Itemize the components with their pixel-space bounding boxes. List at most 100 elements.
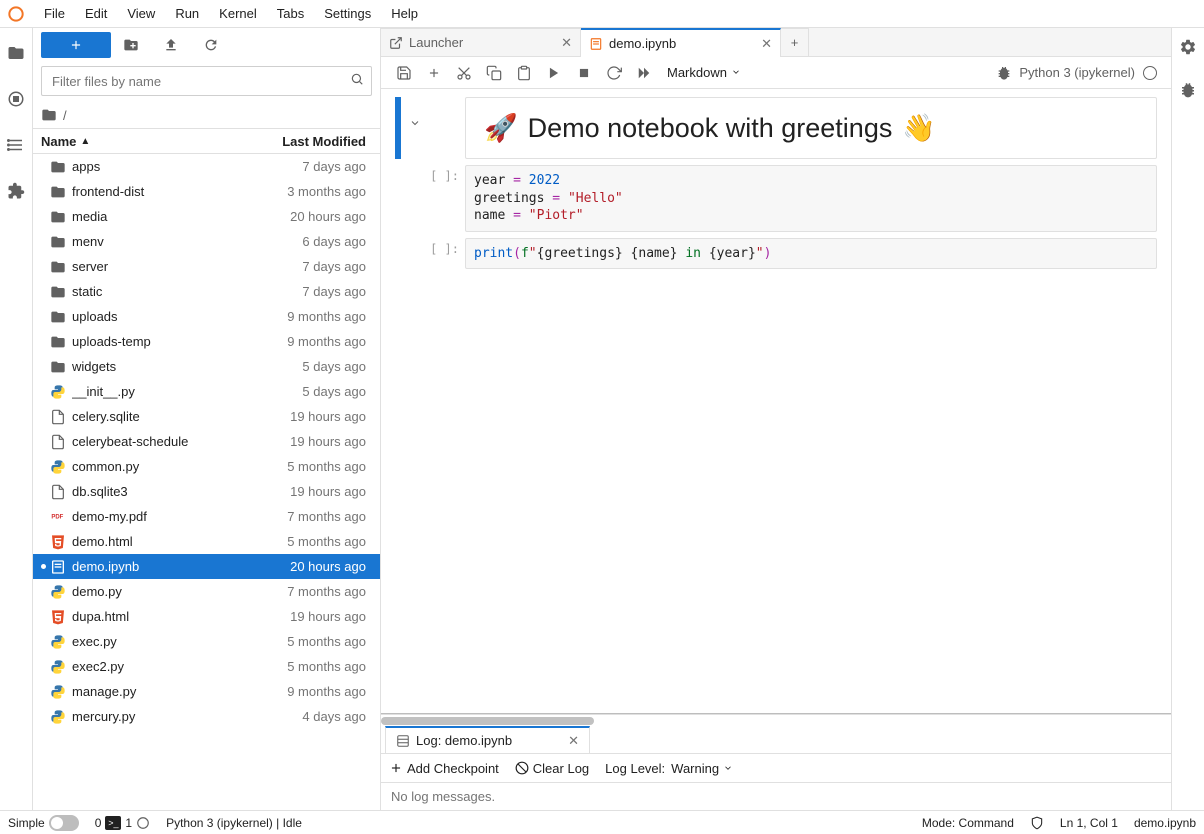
- run-all-icon[interactable]: [629, 66, 659, 80]
- save-icon[interactable]: [389, 65, 419, 81]
- svg-text:PDF: PDF: [51, 514, 63, 520]
- file-row[interactable]: mercury.py4 days ago: [33, 704, 380, 729]
- log-tab[interactable]: Log: demo.ipynb ✕: [385, 726, 590, 753]
- refresh-icon[interactable]: [191, 37, 231, 53]
- file-row[interactable]: celery.sqlite19 hours ago: [33, 404, 380, 429]
- file-row[interactable]: PDFdemo-my.pdf7 months ago: [33, 504, 380, 529]
- col-modified-header[interactable]: Last Modified: [240, 134, 380, 149]
- debugger-icon[interactable]: [1179, 81, 1197, 102]
- kernel-status[interactable]: Python 3 (ipykernel) | Idle: [166, 816, 302, 830]
- close-icon[interactable]: ✕: [561, 35, 572, 51]
- file-row[interactable]: uploads9 months ago: [33, 304, 380, 329]
- notebook-trusted-icon[interactable]: [1030, 816, 1044, 830]
- menu-help[interactable]: Help: [381, 2, 428, 25]
- log-body: No log messages.: [381, 783, 1171, 810]
- markdown-rendered[interactable]: 🚀Demo notebook with greetings👋: [465, 97, 1157, 159]
- extensions-icon[interactable]: [7, 182, 25, 200]
- simple-toggle[interactable]: Simple: [8, 815, 79, 831]
- file-row[interactable]: media20 hours ago: [33, 204, 380, 229]
- python-icon: [50, 459, 66, 475]
- stop-icon[interactable]: [569, 66, 599, 80]
- breadcrumb[interactable]: /: [33, 102, 380, 128]
- file-modified: 7 days ago: [250, 284, 380, 299]
- file-icon: [50, 409, 66, 425]
- new-launcher-button[interactable]: [41, 32, 111, 58]
- file-row[interactable]: manage.py9 months ago: [33, 679, 380, 704]
- kernel-status-icon[interactable]: [1143, 66, 1157, 80]
- python-icon: [50, 634, 66, 650]
- run-icon[interactable]: [539, 66, 569, 80]
- code-cell[interactable]: [ ]: year = 2022 greetings = "Hello" nam…: [395, 165, 1157, 232]
- file-row[interactable]: server7 days ago: [33, 254, 380, 279]
- code-editor[interactable]: print(f"{greetings} {name} in {year}"): [465, 238, 1157, 270]
- open-tabs-count[interactable]: 0>_1: [95, 816, 150, 830]
- folder-icon: [50, 259, 66, 275]
- restart-icon[interactable]: [599, 65, 629, 81]
- code-editor[interactable]: year = 2022 greetings = "Hello" name = "…: [465, 165, 1157, 232]
- file-row[interactable]: demo.ipynb20 hours ago: [33, 554, 380, 579]
- log-level-label: Log Level:: [605, 761, 665, 776]
- file-name: mercury.py: [72, 709, 250, 724]
- file-row[interactable]: frontend-dist3 months ago: [33, 179, 380, 204]
- tab-launcher[interactable]: Launcher✕: [381, 28, 581, 56]
- new-folder-icon[interactable]: [111, 37, 151, 53]
- add-checkpoint-button[interactable]: Add Checkpoint: [389, 761, 499, 776]
- file-row[interactable]: celerybeat-schedule19 hours ago: [33, 429, 380, 454]
- close-icon[interactable]: ✕: [568, 733, 579, 749]
- bug-icon[interactable]: [989, 65, 1019, 81]
- menu-file[interactable]: File: [34, 2, 75, 25]
- running-icon[interactable]: [7, 90, 25, 108]
- clear-log-button[interactable]: Clear Log: [515, 761, 589, 776]
- col-name-header[interactable]: Name▲: [33, 134, 240, 149]
- tab-demo-ipynb[interactable]: demo.ipynb✕: [581, 28, 781, 57]
- file-row[interactable]: __init__.py5 days ago: [33, 379, 380, 404]
- property-inspector-icon[interactable]: [1179, 38, 1197, 59]
- folder-icon: [50, 284, 66, 300]
- cut-icon[interactable]: [449, 65, 479, 81]
- filter-files-input[interactable]: [41, 66, 372, 96]
- collapse-icon[interactable]: [405, 97, 425, 159]
- file-row[interactable]: apps7 days ago: [33, 154, 380, 179]
- file-row[interactable]: db.sqlite319 hours ago: [33, 479, 380, 504]
- toc-icon[interactable]: [7, 136, 25, 154]
- current-file[interactable]: demo.ipynb: [1134, 816, 1196, 830]
- file-row[interactable]: demo.py7 months ago: [33, 579, 380, 604]
- folder-icon[interactable]: [7, 44, 25, 62]
- file-row[interactable]: demo.html5 months ago: [33, 529, 380, 554]
- menu-edit[interactable]: Edit: [75, 2, 117, 25]
- breadcrumb-root[interactable]: /: [63, 108, 67, 123]
- file-row[interactable]: dupa.html19 hours ago: [33, 604, 380, 629]
- file-row[interactable]: exec.py5 months ago: [33, 629, 380, 654]
- menu-settings[interactable]: Settings: [314, 2, 381, 25]
- file-row[interactable]: exec2.py5 months ago: [33, 654, 380, 679]
- menu-tabs[interactable]: Tabs: [267, 2, 314, 25]
- close-icon[interactable]: ✕: [761, 36, 772, 52]
- kernel-name[interactable]: Python 3 (ipykernel): [1019, 65, 1143, 80]
- menu-view[interactable]: View: [117, 2, 165, 25]
- chevron-down-icon: [731, 65, 741, 80]
- markdown-cell[interactable]: 🚀Demo notebook with greetings👋: [395, 97, 1157, 159]
- paste-icon[interactable]: [509, 65, 539, 81]
- add-cell-icon[interactable]: [419, 66, 449, 80]
- menu-kernel[interactable]: Kernel: [209, 2, 267, 25]
- cell-type-label: Markdown: [667, 65, 727, 80]
- file-row[interactable]: widgets5 days ago: [33, 354, 380, 379]
- upload-icon[interactable]: [151, 37, 191, 53]
- menu-run[interactable]: Run: [165, 2, 209, 25]
- file-icon: [50, 434, 66, 450]
- file-row[interactable]: menv6 days ago: [33, 229, 380, 254]
- file-row[interactable]: static7 days ago: [33, 279, 380, 304]
- code-cell[interactable]: [ ]: print(f"{greetings} {name} in {year…: [395, 238, 1157, 270]
- copy-icon[interactable]: [479, 65, 509, 81]
- log-level-select[interactable]: Warning: [671, 761, 733, 776]
- cell-type-dropdown[interactable]: Markdown: [659, 65, 749, 80]
- file-list[interactable]: apps7 days agofrontend-dist3 months agom…: [33, 154, 380, 810]
- file-row[interactable]: common.py5 months ago: [33, 454, 380, 479]
- h-scrollbar[interactable]: [381, 714, 1171, 726]
- file-row[interactable]: uploads-temp9 months ago: [33, 329, 380, 354]
- notebook-area[interactable]: 🚀Demo notebook with greetings👋 [ ]: year…: [381, 89, 1171, 713]
- add-tab-button[interactable]: +: [781, 28, 809, 56]
- file-modified: 4 days ago: [250, 709, 380, 724]
- mode-indicator[interactable]: Mode: Command: [922, 816, 1014, 830]
- cursor-position[interactable]: Ln 1, Col 1: [1060, 816, 1118, 830]
